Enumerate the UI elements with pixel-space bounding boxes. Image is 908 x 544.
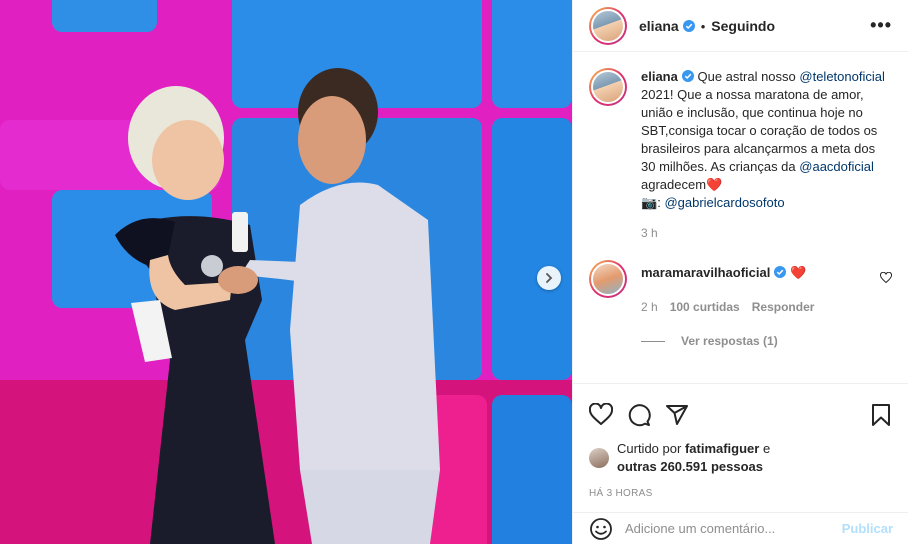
- comment-like-heart-icon[interactable]: [880, 272, 892, 284]
- mention-link[interactable]: @teletonoficial: [799, 69, 884, 84]
- media-next-button[interactable]: [537, 266, 561, 290]
- author-avatar[interactable]: [589, 6, 627, 45]
- publish-button[interactable]: Publicar: [842, 521, 893, 536]
- heart-emoji: ❤️: [789, 265, 807, 280]
- replies-divider: [641, 340, 665, 342]
- comment-bubble-icon[interactable]: [627, 403, 651, 427]
- comment-text: maramaravilhaoficial ❤️: [641, 264, 871, 282]
- likes-prefix: Curtido por: [617, 441, 682, 456]
- post-timestamp: HÁ 3 HORAS: [589, 488, 653, 499]
- likes-text: Curtido por fatimafiguer e outras 260.59…: [617, 440, 770, 476]
- comments-list[interactable]: eliana Que astral nosso @teletonoficial …: [573, 52, 908, 384]
- likes-connector: e: [762, 441, 771, 456]
- commenter-username[interactable]: maramaravilhaoficial: [641, 265, 770, 280]
- post-side-panel: eliana • Seguindo ••• eliana Que astral no…: [572, 0, 908, 544]
- separator-dot: •: [700, 18, 706, 34]
- verified-badge-icon: [681, 70, 694, 82]
- comment-body: maramaravilhaoficial ❤️ 2 h 100 curtidas…: [641, 260, 871, 314]
- view-replies-button[interactable]: Ver respostas (1): [641, 334, 892, 348]
- caption-time: 3 h: [641, 226, 658, 240]
- comment-meta: 2 h 100 curtidas Responder: [641, 300, 871, 314]
- commenter-avatar[interactable]: [589, 260, 627, 298]
- liker-avatar[interactable]: [589, 448, 609, 468]
- bookmark-icon[interactable]: [870, 403, 892, 427]
- comment-input[interactable]: [625, 521, 842, 536]
- caption-text: eliana Que astral nosso @teletonoficial …: [641, 68, 891, 212]
- caption-part: :: [657, 195, 661, 210]
- caption-part: Que astral nosso: [697, 69, 796, 84]
- more-options-icon[interactable]: •••: [870, 15, 892, 36]
- verified-badge-icon: [682, 19, 695, 32]
- action-bar: [573, 384, 908, 434]
- post-media[interactable]: [0, 0, 572, 544]
- mention-link[interactable]: @gabrielcardosofoto: [664, 195, 784, 210]
- smiley-icon[interactable]: [589, 517, 613, 541]
- liker-username[interactable]: fatimafiguer: [685, 441, 759, 456]
- likes-count[interactable]: outras 260.591 pessoas: [617, 459, 763, 474]
- mention-link[interactable]: @aacdoficial: [799, 159, 874, 174]
- caption-body: eliana Que astral nosso @teletonoficial …: [641, 68, 891, 240]
- chevron-right-icon: [546, 273, 553, 283]
- heart-icon[interactable]: [589, 403, 613, 427]
- likes-summary: Curtido por fatimafiguer e outras 260.59…: [573, 434, 908, 476]
- camera-emoji: 📷: [641, 195, 658, 210]
- author-username[interactable]: eliana: [639, 18, 679, 34]
- paper-plane-icon[interactable]: [665, 403, 689, 427]
- caption-part: agradecem: [641, 177, 707, 192]
- comment-time: 2 h: [641, 300, 658, 314]
- comment-row: maramaravilhaoficial ❤️ 2 h 100 curtidas…: [589, 260, 892, 314]
- follow-button[interactable]: Seguindo: [711, 18, 775, 34]
- view-replies-label: Ver respostas (1): [681, 334, 778, 348]
- heart-emoji: ❤️: [706, 177, 723, 192]
- add-comment-bar: Publicar: [573, 512, 908, 544]
- author-info: eliana • Seguindo: [639, 18, 775, 34]
- reply-button[interactable]: Responder: [752, 300, 815, 314]
- post-header: eliana • Seguindo •••: [573, 0, 908, 52]
- comment-likes[interactable]: 100 curtidas: [670, 300, 740, 314]
- verified-badge-icon: [774, 266, 787, 278]
- caption-avatar[interactable]: [589, 68, 627, 106]
- media-illustration: [115, 68, 440, 544]
- caption-row: eliana Que astral nosso @teletonoficial …: [589, 68, 892, 240]
- caption-username[interactable]: eliana: [641, 69, 678, 84]
